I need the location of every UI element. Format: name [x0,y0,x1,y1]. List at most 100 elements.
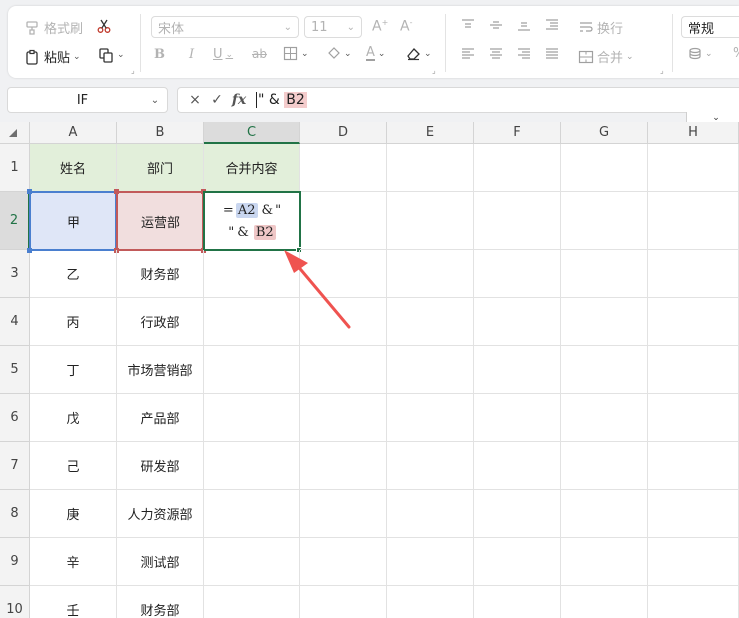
spreadsheet-grid[interactable]: A B C D E F G H 1 2 3 4 5 6 7 8 9 10 姓名 … [0,122,739,618]
cell-a7[interactable]: 己 [30,442,117,490]
cell-e2[interactable] [387,192,474,250]
cell-e3[interactable] [387,250,474,298]
confirm-icon[interactable]: ✓ [206,92,228,108]
align-bottom-button[interactable] [515,18,533,32]
row-header-5[interactable]: 5 [0,346,30,394]
wrap-text-button[interactable]: 换行 [578,18,623,37]
cell-c5[interactable] [204,346,300,394]
cell-c7[interactable] [204,442,300,490]
cell-f8[interactable] [474,490,561,538]
cell-f1[interactable] [474,144,561,192]
cell-a1[interactable]: 姓名 [30,144,117,192]
cell-h9[interactable] [648,538,739,586]
cell-g5[interactable] [561,346,648,394]
cell-d7[interactable] [300,442,387,490]
cell-f2[interactable] [474,192,561,250]
cell-h5[interactable] [648,346,739,394]
cell-d1[interactable] [300,144,387,192]
cell-a3[interactable]: 乙 [30,250,117,298]
column-header-a[interactable]: A [30,122,117,144]
cell-h4[interactable] [648,298,739,346]
cell-f7[interactable] [474,442,561,490]
cell-b8[interactable]: 人力资源部 [117,490,204,538]
range-handle[interactable] [114,189,119,194]
name-box[interactable]: IF ⌄ [7,87,168,113]
cell-f10[interactable] [474,586,561,618]
cell-a10[interactable]: 壬 [30,586,117,618]
number-format-select[interactable]: 常规 [681,16,739,38]
cell-h1[interactable] [648,144,739,192]
cell-e7[interactable] [387,442,474,490]
row-header-9[interactable]: 9 [0,538,30,586]
cell-e8[interactable] [387,490,474,538]
cell-a8[interactable]: 庚 [30,490,117,538]
cell-e5[interactable] [387,346,474,394]
row-header-8[interactable]: 8 [0,490,30,538]
cell-b10[interactable]: 财务部 [117,586,204,618]
cell-g9[interactable] [561,538,648,586]
cell-f3[interactable] [474,250,561,298]
font-name-select[interactable]: 宋体 ⌄ [151,16,299,38]
font-color-button[interactable]: A ⌄ [366,46,385,61]
cell-h6[interactable] [648,394,739,442]
column-header-h[interactable]: H [648,122,739,144]
cell-b2[interactable]: 运营部 [117,192,204,250]
fill-color-button[interactable]: ⌄ [326,46,352,61]
cell-d9[interactable] [300,538,387,586]
row-header-4[interactable]: 4 [0,298,30,346]
select-all-button[interactable] [0,122,30,144]
cell-g10[interactable] [561,586,648,618]
cell-g1[interactable] [561,144,648,192]
align-top-button[interactable] [459,18,477,32]
font-group-expand-icon[interactable]: ⌟ [432,66,436,75]
column-header-f[interactable]: F [474,122,561,144]
format-painter-button[interactable]: 格式刷 [24,18,83,37]
decrease-font-size-button[interactable]: A- [400,18,412,35]
fx-icon[interactable]: fx [228,92,250,108]
paste-button[interactable]: 粘贴 ⌄ [24,47,81,66]
formula-bar[interactable]: × ✓ fx " & B2 [177,87,739,113]
cell-g4[interactable] [561,298,648,346]
cell-a5[interactable]: 丁 [30,346,117,394]
indent-button[interactable] [543,18,561,32]
cell-f6[interactable] [474,394,561,442]
formula-input[interactable]: " & B2 [256,92,307,108]
percent-button[interactable]: % [733,46,739,61]
justify-button[interactable] [543,47,561,61]
row-header-10[interactable]: 10 [0,586,30,618]
cell-e10[interactable] [387,586,474,618]
cell-c10[interactable] [204,586,300,618]
cell-d10[interactable] [300,586,387,618]
cell-h8[interactable] [648,490,739,538]
clipboard-group-expand-icon[interactable]: ⌟ [131,66,135,75]
chevron-down-icon[interactable]: ⌄ [143,95,167,106]
cell-b1[interactable]: 部门 [117,144,204,192]
cell-e9[interactable] [387,538,474,586]
cell-h7[interactable] [648,442,739,490]
row-header-1[interactable]: 1 [0,144,30,192]
cell-a2[interactable]: 甲 [30,192,117,250]
cell-c6[interactable] [204,394,300,442]
cell-d5[interactable] [300,346,387,394]
align-center-button[interactable] [487,47,505,61]
cell-a4[interactable]: 丙 [30,298,117,346]
row-header-7[interactable]: 7 [0,442,30,490]
cell-e1[interactable] [387,144,474,192]
cell-f9[interactable] [474,538,561,586]
font-size-select[interactable]: 11 ⌄ [304,16,362,38]
cell-c1[interactable]: 合并内容 [204,144,300,192]
strikethrough-button[interactable]: ab [252,47,267,61]
clear-format-button[interactable]: ⌄ [406,46,432,61]
row-header-6[interactable]: 6 [0,394,30,442]
column-header-e[interactable]: E [387,122,474,144]
cell-b4[interactable]: 行政部 [117,298,204,346]
cell-c9[interactable] [204,538,300,586]
column-header-d[interactable]: D [300,122,387,144]
increase-font-size-button[interactable]: A+ [372,18,388,35]
cell-d8[interactable] [300,490,387,538]
cancel-icon[interactable]: × [184,92,206,108]
cell-g6[interactable] [561,394,648,442]
row-header-2[interactable]: 2 [0,192,30,250]
cell-f4[interactable] [474,298,561,346]
cell-h3[interactable] [648,250,739,298]
